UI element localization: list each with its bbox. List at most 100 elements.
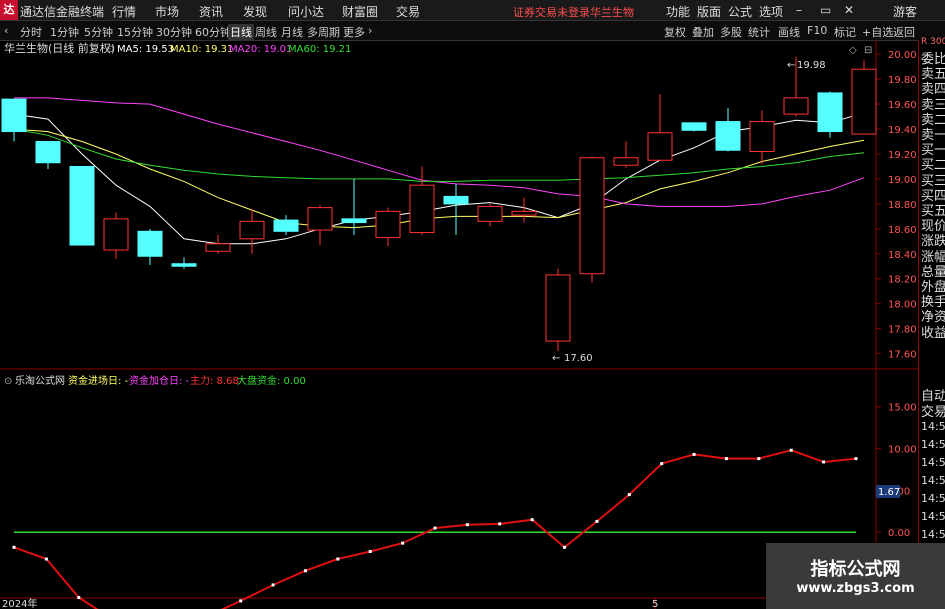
y-tick-label: 17.60 — [888, 350, 917, 361]
candle-body[interactable] — [69, 165, 95, 246]
candle-body[interactable] — [715, 121, 741, 151]
indicator-title: 乐淘公式网 — [15, 374, 65, 387]
tab-fenshi[interactable]: 分时 — [20, 24, 42, 40]
menu-item-wenxiaoda[interactable]: 问小达 — [288, 3, 324, 20]
zhuli-point — [595, 519, 599, 523]
collapse-icon[interactable]: ⊟ — [864, 45, 872, 56]
candle-body[interactable] — [545, 274, 571, 342]
candle-body[interactable] — [579, 157, 605, 275]
low-price-label: 17.60 — [564, 353, 593, 364]
tab-1min[interactable]: 1分钟 — [50, 24, 79, 40]
app-logo-icon: 达 — [0, 0, 18, 20]
scroll-left-icon[interactable]: ‹ — [4, 24, 8, 37]
candle-body[interactable] — [749, 121, 775, 153]
menu-item-xuanxiang[interactable]: 选项 — [759, 3, 783, 20]
zhuli-point — [77, 596, 81, 600]
menu-item-faxian[interactable]: 发现 — [243, 3, 267, 20]
menu-item-zixun[interactable]: 资讯 — [199, 3, 223, 20]
diejia-button[interactable]: 叠加 — [692, 24, 714, 40]
trade-login-status[interactable]: 证券交易未登录 — [513, 4, 590, 20]
candle-body[interactable] — [205, 243, 231, 252]
side-panel-label[interactable]: 14:56 — [921, 420, 945, 433]
tab-15min[interactable]: 15分钟 — [117, 24, 153, 40]
tab-weekly[interactable]: 周线 — [255, 24, 277, 40]
y-tick-label: 18.40 — [888, 250, 917, 261]
candle-body[interactable] — [239, 220, 265, 240]
side-panel-label[interactable]: 14:56 — [921, 474, 945, 487]
candle-body[interactable] — [783, 97, 809, 115]
candle-body[interactable] — [375, 210, 401, 239]
candle-body[interactable] — [613, 157, 639, 166]
zhuli-label: 主力: 8.68 — [190, 374, 239, 387]
side-panel-label[interactable]: 14:56 — [921, 456, 945, 469]
candle-body[interactable] — [477, 205, 503, 222]
zhuli-point — [401, 541, 405, 545]
tab-more[interactable]: 更多 — [343, 24, 365, 40]
diamond-icon[interactable]: ◇ — [849, 45, 857, 56]
zhuli-point — [563, 545, 567, 549]
candle-body[interactable] — [341, 218, 367, 224]
candle-body[interactable] — [307, 207, 333, 231]
side-panel-label: 收益 — [921, 325, 945, 341]
ma20-label: MA20: 19.01 — [229, 44, 292, 55]
candle-body[interactable] — [647, 132, 673, 161]
candle-body[interactable] — [137, 230, 163, 257]
huaxian-button[interactable]: 画线 — [778, 24, 800, 40]
menu-item-hangqing[interactable]: 行情 — [112, 3, 136, 20]
side-panel-label[interactable]: 交易 — [921, 401, 945, 420]
chevron-right-icon[interactable]: › — [368, 24, 372, 37]
y-tick-label: 18.80 — [888, 200, 917, 211]
candle-body[interactable] — [851, 68, 877, 135]
menu-item-jiaoyi[interactable]: 交易 — [396, 3, 420, 20]
year-label: 2024年 — [2, 597, 37, 609]
tab-daily[interactable]: 日线 — [228, 24, 254, 40]
menu-item-banmian[interactable]: 版面 — [697, 3, 721, 20]
zhuli-point — [530, 518, 534, 522]
ind-tick-label: 15.00 — [888, 403, 917, 414]
candle-body[interactable] — [817, 92, 843, 133]
tab-5min[interactable]: 5分钟 — [84, 24, 113, 40]
duogu-button[interactable]: 多股 — [720, 24, 742, 40]
candle-body[interactable] — [103, 218, 129, 251]
menu-item-gongneng[interactable]: 功能 — [666, 3, 690, 20]
period-toolbar: ‹ 分时 1分钟 5分钟 15分钟 30分钟 60分钟 日线 周线 月线 多周期… — [0, 21, 945, 41]
biaoji-button[interactable]: 标记 — [834, 24, 856, 40]
fuquan-button[interactable]: 复权 — [664, 24, 686, 40]
tab-30min[interactable]: 30分钟 — [156, 24, 192, 40]
candle-body[interactable] — [171, 263, 197, 267]
indicator-settings-icon[interactable]: ⊙ — [4, 376, 12, 387]
candle-body[interactable] — [1, 98, 27, 133]
zhuli-point — [724, 457, 728, 461]
menu-item-gongshi[interactable]: 公式 — [728, 3, 752, 20]
side-panel-label[interactable]: 14:56 — [921, 438, 945, 451]
y-tick-label: 19.60 — [888, 100, 917, 111]
menu-item-shichang[interactable]: 市场 — [155, 3, 179, 20]
candle-body[interactable] — [681, 122, 707, 131]
y-tick-label: 18.60 — [888, 225, 917, 236]
chart-area[interactable]: 华兰生物(日线 前复权) ⊙ MA5: 19.53 MA10: 19.31 MA… — [0, 40, 918, 609]
candle-body[interactable] — [443, 195, 469, 205]
menu-item-caifuquan[interactable]: 财富圈 — [342, 3, 378, 20]
candle-body[interactable] — [35, 141, 61, 164]
candle-body[interactable] — [409, 184, 435, 234]
f10-button[interactable]: F10 — [807, 24, 827, 37]
tab-monthly[interactable]: 月线 — [281, 24, 303, 40]
tab-60min[interactable]: 60分钟 — [195, 24, 231, 40]
user-label[interactable]: 游客 — [893, 3, 917, 20]
y-tick-label: 18.00 — [888, 300, 917, 311]
add-favorite-button[interactable]: +自选 — [862, 24, 893, 40]
minimize-icon[interactable]: – — [796, 3, 802, 17]
side-panel-label[interactable]: 14:56 — [921, 528, 945, 541]
zhuli-point — [303, 569, 307, 573]
low-arrow-icon: ← — [552, 353, 560, 364]
side-panel-label[interactable]: 14:56 — [921, 492, 945, 505]
close-icon[interactable]: ✕ — [844, 3, 854, 17]
ma-settings-icon[interactable]: ⊙ — [106, 44, 114, 55]
candle-body[interactable] — [511, 210, 537, 216]
tab-multi-period[interactable]: 多周期 — [307, 24, 340, 40]
side-panel-label[interactable]: 14:56 — [921, 510, 945, 523]
tongji-button[interactable]: 统计 — [748, 24, 770, 40]
back-button[interactable]: 返回 — [893, 24, 915, 40]
restore-icon[interactable]: ▭ — [820, 3, 831, 17]
candle-body[interactable] — [273, 219, 299, 232]
